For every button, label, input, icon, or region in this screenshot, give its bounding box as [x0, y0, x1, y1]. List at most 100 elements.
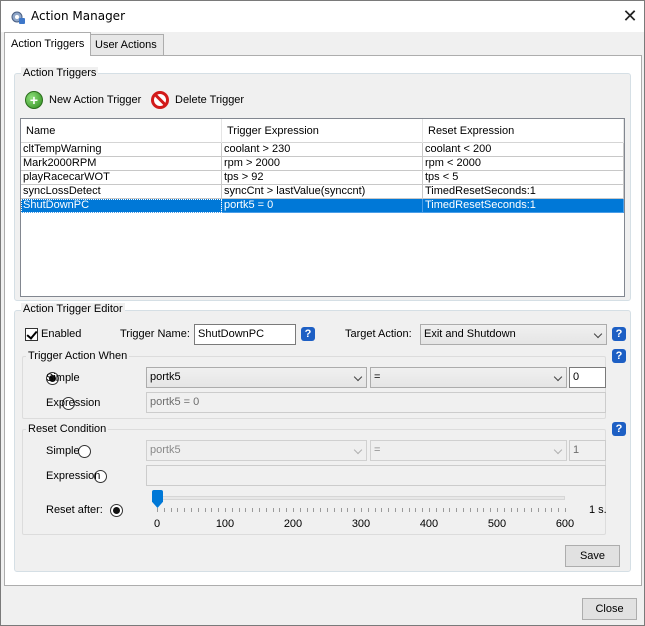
slider-tick: [565, 508, 566, 512]
slider-tick: [191, 508, 192, 512]
save-button[interactable]: Save: [565, 545, 620, 567]
delete-trigger-button[interactable]: Delete Trigger: [151, 89, 244, 111]
cell-name: ShutDownPC: [21, 199, 222, 213]
cell-trigger-expression: tps > 92: [222, 171, 423, 185]
slider-tick: [374, 508, 376, 512]
enabled-checkbox[interactable]: [25, 328, 38, 341]
help-icon[interactable]: ?: [612, 349, 626, 363]
trigger-field-value: portk5: [150, 371, 181, 383]
triggers-table: Name Trigger Expression Reset Expression…: [20, 118, 625, 297]
cell-reset-expression: coolant < 200: [423, 143, 624, 157]
cell-trigger-expression: coolant > 230: [222, 143, 423, 157]
tab-user-actions[interactable]: User Actions: [88, 34, 164, 55]
slider-tick: [537, 508, 539, 512]
slider-tick: [177, 508, 179, 512]
slider-tick: [503, 508, 505, 512]
slider-tick: [252, 508, 254, 512]
action-manager-window: Action Manager ✕ Action Triggers User Ac…: [0, 0, 645, 626]
table-row-selected[interactable]: ShutDownPC portk5 = 0 TimedResetSeconds:…: [21, 199, 624, 213]
close-icon[interactable]: ✕: [617, 4, 643, 28]
reset-expression-input[interactable]: [146, 465, 606, 486]
reset-field-value: portk5: [150, 444, 181, 456]
slider-tick: [279, 508, 281, 512]
trigger-field-select[interactable]: portk5: [146, 367, 367, 388]
slider-tick: [381, 508, 383, 512]
reset-expression-label: Expression: [46, 470, 101, 482]
close-button[interactable]: Close: [582, 598, 637, 620]
target-action-label: Target Action:: [345, 328, 412, 340]
slider-tick: [320, 508, 322, 512]
trigger-name-input[interactable]: ShutDownPC: [194, 324, 296, 345]
slider-tick: [333, 508, 335, 512]
reset-operator-value: =: [374, 444, 381, 456]
enabled-label: Enabled: [41, 328, 82, 340]
slider-tick: [218, 508, 220, 512]
slider-tick: [225, 508, 226, 512]
slider-tick: [422, 508, 424, 512]
column-header-trigger-expression[interactable]: Trigger Expression: [222, 119, 423, 143]
table-row[interactable]: Mark2000RPM rpm > 2000 rpm < 2000: [21, 157, 624, 171]
reset-simple-label: Simple: [46, 445, 80, 457]
new-action-trigger-button[interactable]: + New Action Trigger: [25, 89, 141, 111]
slider-tick: [463, 508, 464, 512]
help-icon[interactable]: ?: [301, 327, 315, 341]
slider-tick: [490, 508, 492, 512]
cell-trigger-expression: rpm > 2000: [222, 157, 423, 171]
reset-operator-select[interactable]: =: [370, 440, 567, 461]
table-row[interactable]: cltTempWarning coolant > 230 coolant < 2…: [21, 143, 624, 157]
tab-strip: Action Triggers User Actions: [4, 32, 642, 56]
reset-after-slider-track[interactable]: [157, 496, 565, 500]
trigger-expression-input[interactable]: portk5 = 0: [146, 392, 606, 413]
slider-tick-label: 600: [555, 518, 575, 530]
table-row[interactable]: playRacecarWOT tps > 92 tps < 5: [21, 171, 624, 185]
window-title: Action Manager: [31, 9, 125, 23]
trigger-value-input[interactable]: 0: [569, 367, 606, 388]
reset-value-input[interactable]: 1: [569, 440, 606, 461]
cell-trigger-expression: syncCnt > lastValue(synccnt): [222, 185, 423, 199]
slider-tick: [395, 508, 396, 512]
slider-tick: [429, 508, 430, 512]
slider-tick: [469, 508, 471, 512]
slider-tick-label: 400: [419, 518, 439, 530]
trigger-action-when-label: Trigger Action When: [26, 350, 130, 362]
help-icon[interactable]: ?: [612, 327, 626, 341]
help-icon[interactable]: ?: [612, 422, 626, 436]
target-action-select[interactable]: Exit and Shutdown: [420, 324, 607, 345]
column-header-reset-expression[interactable]: Reset Expression: [423, 119, 624, 143]
slider-tick: [340, 508, 342, 512]
reset-condition-label: Reset Condition: [26, 423, 109, 435]
slider-tick: [517, 508, 519, 512]
target-action-value: Exit and Shutdown: [424, 328, 516, 340]
slider-tick: [388, 508, 390, 512]
slider-tick-label: 0: [153, 518, 161, 530]
chevron-down-icon: [553, 445, 563, 455]
cell-name: cltTempWarning: [21, 143, 222, 157]
trigger-name-label: Trigger Name:: [120, 328, 190, 340]
action-trigger-editor-label: Action Trigger Editor: [21, 303, 125, 315]
trigger-operator-select[interactable]: =: [370, 367, 567, 388]
slider-tick: [354, 508, 356, 512]
slider-tick-label: 100: [215, 518, 235, 530]
slider-tick: [170, 508, 172, 512]
slider-tick: [401, 508, 403, 512]
chevron-down-icon: [593, 329, 603, 339]
tab-action-triggers[interactable]: Action Triggers: [4, 32, 92, 56]
column-header-name[interactable]: Name: [21, 119, 222, 143]
slider-tick: [510, 508, 512, 512]
slider-tick: [449, 508, 451, 512]
slider-tick: [238, 508, 240, 512]
slider-tick: [293, 508, 294, 512]
table-header: Name Trigger Expression Reset Expression: [21, 119, 624, 143]
slider-tick: [524, 508, 526, 512]
slider-tick: [476, 508, 478, 512]
cell-reset-expression: tps < 5: [423, 171, 624, 185]
slider-tick: [157, 508, 158, 512]
title-bar: Action Manager ✕: [1, 1, 644, 32]
table-row[interactable]: syncLossDetect syncCnt > lastValue(syncc…: [21, 185, 624, 199]
delete-trigger-label: Delete Trigger: [175, 94, 245, 106]
slider-tick: [442, 508, 444, 512]
add-icon: +: [25, 91, 43, 109]
cell-reset-expression: rpm < 2000: [423, 157, 624, 171]
reset-field-select[interactable]: portk5: [146, 440, 367, 461]
slider-tick: [204, 508, 206, 512]
